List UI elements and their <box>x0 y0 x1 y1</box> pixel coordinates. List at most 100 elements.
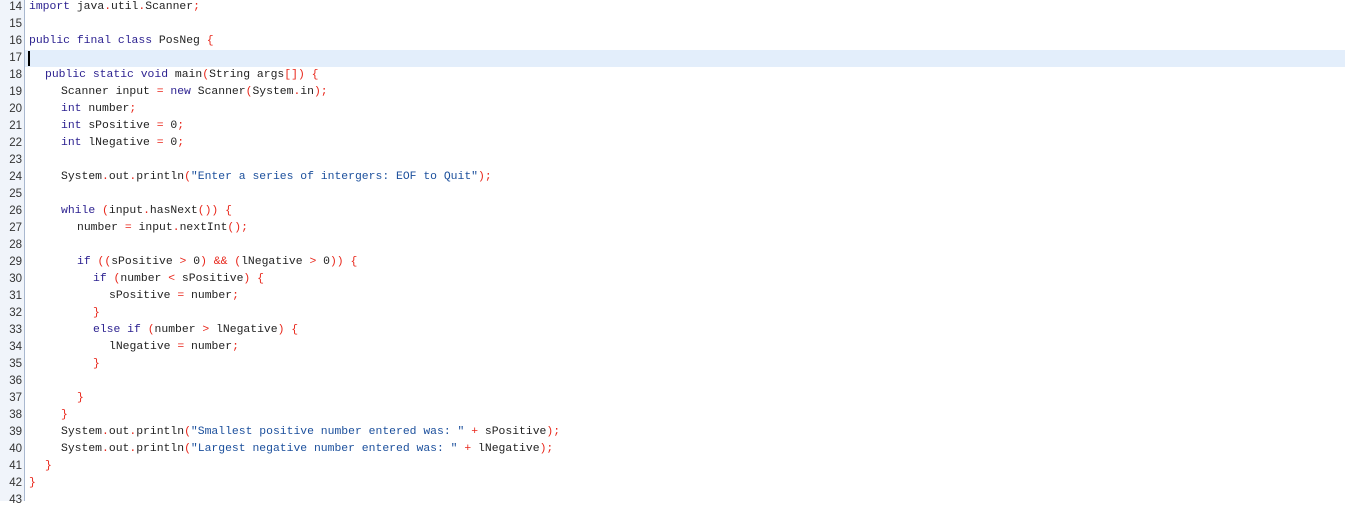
identifier-token: System <box>252 86 294 98</box>
punctuation-token: (( <box>97 256 112 268</box>
line-number: 35 <box>9 358 22 370</box>
identifier-token: java <box>70 1 105 13</box>
punctuation-token: } <box>61 409 68 421</box>
code-line[interactable]: 20 int number; <box>0 101 1345 118</box>
line-number: 27 <box>9 222 22 234</box>
identifier-token <box>141 324 148 336</box>
punctuation-token: ); <box>478 171 492 183</box>
keyword-token: if <box>77 256 91 268</box>
code-line[interactable]: 42} <box>0 475 1345 492</box>
punctuation-token: (); <box>227 222 248 234</box>
code-line[interactable]: 23 <box>0 152 1345 169</box>
code-line[interactable]: 33 else if (number > lNegative) { <box>0 322 1345 339</box>
current-code-line[interactable]: 17 <box>0 50 1345 67</box>
code-text: } <box>29 475 36 492</box>
identifier-token: System <box>61 171 103 183</box>
line-number: 39 <box>9 426 22 438</box>
punctuation-token: ( <box>184 443 191 455</box>
line-number: 32 <box>9 307 22 319</box>
string-token: "Smallest positive number entered was: " <box>190 426 465 438</box>
line-number: 36 <box>9 375 22 387</box>
identifier-token: out <box>108 443 130 455</box>
code-line[interactable]: 32} <box>0 305 1345 322</box>
identifier-token: number <box>184 341 233 353</box>
punctuation-token: ; <box>232 341 239 353</box>
code-line[interactable]: 39 System.out.println("Smallest positive … <box>0 424 1345 441</box>
punctuation-token: . <box>172 222 180 234</box>
string-token: "Largest negative number entered was: " <box>190 443 458 455</box>
identifier-token: lNegative <box>109 341 178 353</box>
code-line[interactable]: 18 public static void main(String args[])… <box>0 67 1345 84</box>
code-text: public static void main(String args[]) { <box>29 67 318 84</box>
code-line[interactable]: 40 System.out.println("Largest negative n… <box>0 441 1345 458</box>
code-text: else if (number > lNegative) { <box>29 322 298 339</box>
punctuation-token: ) && ( <box>200 256 242 268</box>
identifier-token <box>91 256 98 268</box>
identifier-token: input <box>131 222 173 234</box>
line-number: 31 <box>9 290 22 302</box>
punctuation-token: ; <box>232 290 239 302</box>
identifier-token: System <box>61 443 103 455</box>
code-line[interactable]: 24 System.out.println("Enter a series of … <box>0 169 1345 186</box>
code-text: System.out.println("Largest negative num… <box>29 441 553 458</box>
identifier-token: number <box>120 273 169 285</box>
code-line[interactable]: 34 lNegative = number; <box>0 339 1345 356</box>
code-line[interactable]: 25 <box>0 186 1345 203</box>
line-number: 16 <box>9 35 22 47</box>
punctuation-token: ); <box>546 426 561 438</box>
punctuation-token: } <box>45 460 52 472</box>
code-line[interactable]: 22 int lNegative = 0; <box>0 135 1345 152</box>
punctuation-token: { <box>206 35 214 47</box>
current-line-highlight <box>25 50 1345 67</box>
code-text: System.out.println("Enter a series of in… <box>29 169 492 186</box>
code-line[interactable]: 28 <box>0 237 1345 254</box>
code-text: } <box>29 458 52 475</box>
identifier-token: out <box>108 171 130 183</box>
punctuation-token: ; <box>129 103 137 115</box>
code-text: import java.util.Scanner; <box>29 0 200 16</box>
keyword-token: int <box>61 137 82 149</box>
code-editor[interactable]: 14 import java.util.Scanner; 15 16 public fi… <box>0 0 1345 506</box>
code-line[interactable]: 31 sPositive = number; <box>0 288 1345 305</box>
identifier-token: sPositive <box>478 426 547 438</box>
punctuation-token: ; <box>177 120 185 132</box>
code-text: while (input.hasNext()) { <box>29 203 232 220</box>
code-line[interactable]: 29 if ((sPositive > 0) && (lNegative > 0)… <box>0 254 1345 271</box>
code-line[interactable]: 37} <box>0 390 1345 407</box>
line-number: 38 <box>9 409 22 421</box>
code-line[interactable]: 16 public final class PosNeg { <box>0 33 1345 50</box>
code-text: } <box>29 390 84 407</box>
identifier-token: System <box>61 426 103 438</box>
identifier-token: hasNext <box>149 205 198 217</box>
identifier-token: input <box>108 205 144 217</box>
code-line[interactable]: 36 <box>0 373 1345 390</box>
identifier-token: sPositive <box>81 120 157 132</box>
code-line[interactable]: 41} <box>0 458 1345 475</box>
keyword-token: import <box>29 1 71 13</box>
code-line[interactable]: 30 if (number < sPositive) { <box>0 271 1345 288</box>
code-line[interactable]: 14 import java.util.Scanner; <box>0 0 1345 16</box>
line-number: 23 <box>9 154 22 166</box>
code-line[interactable]: 26 while (input.hasNext()) { <box>0 203 1345 220</box>
line-number: 24 <box>9 171 22 183</box>
code-line[interactable]: 27 number = input.nextInt(); <box>0 220 1345 237</box>
code-line[interactable]: 15 <box>0 16 1345 33</box>
identifier-token: out <box>108 426 130 438</box>
punctuation-token: ( <box>102 205 109 217</box>
identifier-token: lNegative <box>209 324 278 336</box>
punctuation-token: + <box>471 426 479 438</box>
code-line[interactable]: 35} <box>0 356 1345 373</box>
identifier-token: 0 <box>186 256 201 268</box>
code-line[interactable]: 19 Scanner input = new Scanner(System.in)… <box>0 84 1345 101</box>
identifier-token: number <box>81 103 130 115</box>
code-line[interactable]: 21 int sPositive = 0; <box>0 118 1345 135</box>
identifier-token: sPositive <box>175 273 244 285</box>
identifier-token: lNegative <box>81 137 157 149</box>
punctuation-token: ()) { <box>197 205 232 217</box>
identifier-token <box>95 205 102 217</box>
code-line[interactable]: 38} <box>0 407 1345 424</box>
code-text: sPositive = number; <box>29 288 239 305</box>
identifier-token: PosNeg <box>152 35 207 47</box>
line-number: 42 <box>9 477 22 489</box>
identifier-token: sPositive <box>109 290 178 302</box>
